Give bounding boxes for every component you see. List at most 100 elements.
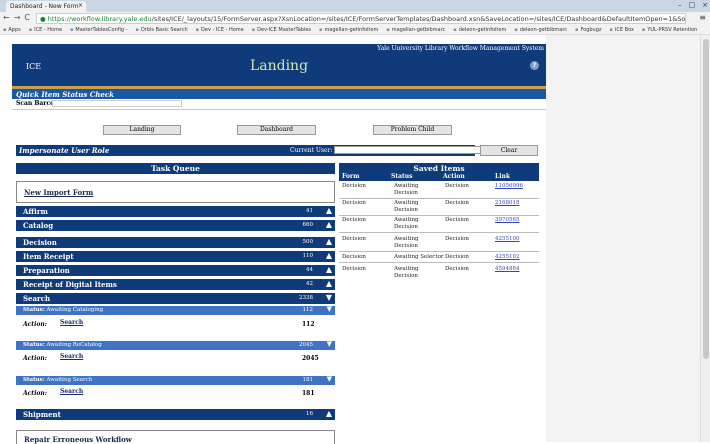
expand-icon[interactable]: ▼: [327, 305, 332, 313]
queue-row-preparation[interactable]: Preparation 44 ▲: [16, 265, 335, 276]
minimize-icon[interactable]: –: [678, 1, 682, 9]
tab-close-icon[interactable]: ×: [78, 2, 83, 9]
item-link[interactable]: 4594884: [495, 266, 520, 273]
bookmarks-bar: Apps ICE - Home MasterTablesConfig - Orb…: [0, 25, 710, 35]
status-cell: Awaiting: [394, 217, 419, 223]
collapse-icon[interactable]: ▲: [326, 279, 332, 288]
row-separator: [339, 262, 539, 263]
queue-row-search[interactable]: Search 2338 ▼: [16, 293, 335, 304]
queue-row-receipt-digital[interactable]: Receipt of Digital Items 42 ▲: [16, 279, 335, 290]
queue-row-decision[interactable]: Decision 500 ▲: [16, 237, 335, 248]
status-name: Awaiting Cataloging: [46, 307, 104, 313]
item-link[interactable]: 4255100: [495, 236, 520, 243]
queue-label: Search: [23, 294, 51, 303]
queue-count: 660: [302, 222, 314, 228]
address-bar-area: ← → C ● https://workflow.library.yale.ed…: [0, 12, 710, 25]
expand-icon[interactable]: ▼: [326, 293, 332, 302]
close-window-icon[interactable]: ×: [702, 1, 708, 9]
action-row: Action: Search 112: [16, 319, 335, 330]
dashboard-button[interactable]: Dashboard: [237, 125, 316, 135]
collapse-icon[interactable]: ▲: [326, 409, 332, 418]
forward-icon[interactable]: →: [14, 13, 21, 22]
action-total: 112: [302, 321, 315, 328]
action-cell: Decision: [445, 217, 469, 223]
system-name: Yale University Library Workflow Managem…: [377, 45, 544, 52]
collapse-icon[interactable]: ▲: [326, 220, 332, 229]
back-icon[interactable]: ←: [3, 13, 10, 22]
action-row: Action: Search 181: [16, 388, 335, 399]
action-cell: Decision: [445, 254, 469, 260]
nav-buttons: ← → C: [3, 13, 30, 22]
url-scheme: https://: [47, 15, 72, 23]
status-name: Awaiting Search: [46, 377, 93, 383]
search-action-link[interactable]: Search: [60, 319, 83, 326]
scrollbar-thumb[interactable]: [703, 39, 709, 359]
browser-tab[interactable]: Dashboard - New Form ×: [6, 1, 86, 12]
maximize-icon[interactable]: □: [689, 1, 696, 9]
form-cell: Decision: [342, 254, 366, 260]
expand-icon[interactable]: ▼: [327, 375, 332, 383]
search-action-link[interactable]: Search: [60, 353, 83, 360]
browser-menu-icon[interactable]: ≡: [699, 13, 706, 22]
bookmark-item[interactable]: ICE Box: [610, 27, 634, 33]
problem-child-button[interactable]: Problem Child: [373, 125, 452, 135]
new-import-link[interactable]: New Import Form: [24, 188, 93, 197]
current-user-label: Current User:: [290, 147, 333, 154]
queue-row-affirm[interactable]: Affirm 41 ▲: [16, 206, 335, 217]
item-link[interactable]: 4255102: [495, 254, 520, 261]
bookmark-item[interactable]: ICE - Home: [29, 27, 62, 33]
expand-icon[interactable]: ▼: [327, 340, 332, 348]
item-link[interactable]: 11056996: [495, 183, 523, 190]
bookmark-item[interactable]: YUL-PRSV Retention: [642, 27, 697, 33]
queue-label: Receipt of Digital Items: [23, 280, 117, 289]
queue-row-item-receipt[interactable]: Item Receipt 110 ▲: [16, 251, 335, 262]
scrollbar[interactable]: [700, 35, 710, 442]
search-action-link[interactable]: Search: [60, 388, 83, 395]
collapse-icon[interactable]: ▲: [326, 251, 332, 260]
row-separator: [339, 232, 539, 233]
bookmark-item[interactable]: Apps: [3, 27, 20, 33]
bookmark-item[interactable]: deleon-getbibmarc: [514, 27, 567, 33]
task-queue-title: Task Queue: [16, 163, 335, 174]
collapse-icon[interactable]: ▲: [326, 237, 332, 246]
status-row[interactable]: Status: Awaiting ReCatalog 2045 ▼: [16, 340, 335, 350]
status-cell: Awaiting: [394, 200, 419, 206]
bookmark-item[interactable]: magellan-getinfoitem: [319, 27, 378, 33]
help-icon[interactable]: ?: [530, 61, 539, 70]
current-user-select[interactable]: [334, 145, 491, 154]
status-count: 112: [302, 307, 314, 313]
action-label: Action:: [23, 321, 47, 328]
clear-button[interactable]: Clear: [480, 145, 538, 156]
barcode-input[interactable]: [52, 100, 182, 107]
bookmark-item[interactable]: Dev-ICE MasterTables: [252, 27, 311, 33]
item-link[interactable]: 2168018: [495, 200, 520, 207]
collapse-icon[interactable]: ▲: [326, 206, 332, 215]
bookmark-item[interactable]: MasterTablesConfig -: [70, 27, 127, 33]
landing-button[interactable]: Landing: [103, 125, 181, 135]
status-cell: Awaiting: [394, 183, 419, 189]
queue-count: 41: [306, 208, 313, 214]
status-row[interactable]: Status: Awaiting Search 181 ▼: [16, 375, 335, 385]
reload-icon[interactable]: C: [24, 13, 30, 22]
url-path: /sites/ICE/_layouts/15/FormServer.aspx?X…: [151, 15, 686, 23]
bookmark-item[interactable]: deleon-getinfoitem: [453, 27, 507, 33]
collapse-icon[interactable]: ▲: [326, 265, 332, 274]
queue-count: 16: [306, 411, 313, 417]
form-cell: Decision: [342, 217, 366, 223]
queue-row-catalog[interactable]: Catalog 660 ▲: [16, 220, 335, 231]
queue-row-shipment[interactable]: Shipment 16 ▲: [16, 409, 335, 420]
url-host: workflow.library.yale.edu: [71, 15, 152, 23]
status-row[interactable]: Status: Awaiting Cataloging 112 ▼: [16, 305, 335, 315]
bookmark-item[interactable]: magellan-getbibmarc: [386, 27, 446, 33]
action-total: 2045: [302, 355, 319, 362]
queue-count: 500: [302, 239, 314, 245]
form-cell: Decision: [342, 200, 366, 206]
repair-workflow-link[interactable]: Repair Erroneous Workflow: [24, 435, 132, 444]
bookmark-item[interactable]: Dev - ICE - Home: [196, 27, 244, 33]
url-input[interactable]: ● https://workflow.library.yale.edu/site…: [36, 13, 686, 24]
bookmark-item[interactable]: Orbis Basic Search: [135, 27, 188, 33]
lock-icon: ●: [40, 15, 48, 23]
item-link[interactable]: 3970565: [495, 217, 520, 224]
action-cell: Decision: [445, 266, 469, 272]
bookmark-item[interactable]: Fogbugz: [575, 27, 601, 33]
